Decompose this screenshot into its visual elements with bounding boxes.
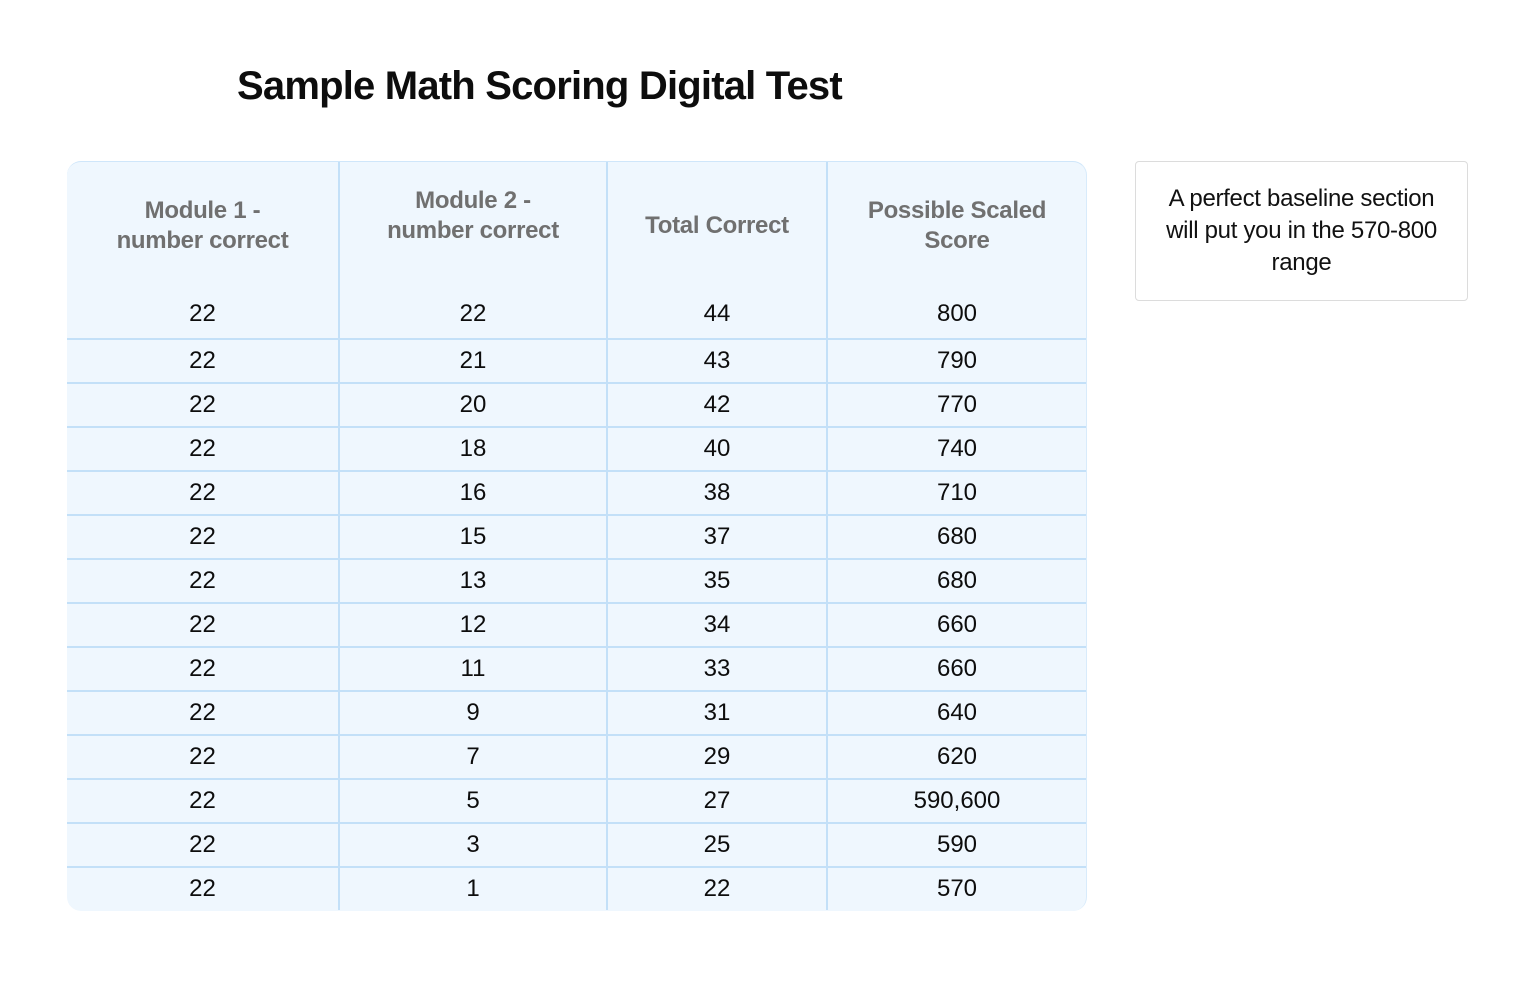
module-1-cell: 22 (67, 734, 339, 779)
module-1-cell: 22 (67, 866, 339, 910)
table-row: 22 20 42 770 (67, 382, 1086, 427)
module-2-cell: 9 (338, 690, 607, 735)
scaled-score-cell: 680 (826, 514, 1086, 559)
module-1-cell: 22 (67, 426, 339, 471)
module-1-cell: 22 (67, 602, 339, 647)
module-1-cell: 22 (67, 338, 339, 383)
total-correct-cell: 44 (606, 290, 827, 339)
module-1-cell: 22 (67, 382, 339, 427)
table-row: 22 1 22 570 (67, 866, 1086, 910)
header-module-2: Module 2 - number correct (338, 162, 607, 290)
header-total-correct: Total Correct (606, 162, 827, 290)
module-2-cell: 15 (338, 514, 607, 559)
module-2-cell: 7 (338, 734, 607, 779)
table-row: 22 15 37 680 (67, 514, 1086, 559)
module-1-cell: 22 (189, 300, 216, 327)
page-title: Sample Math Scoring Digital Test (237, 64, 843, 108)
scaled-score-cell: 770 (826, 382, 1086, 427)
module-2-cell: 1 (338, 866, 607, 910)
total-correct-cell: 22 (606, 866, 827, 910)
scaled-score-cell: 660 (826, 602, 1086, 647)
total-correct-cell: 40 (606, 426, 827, 471)
scaled-score-cell: 660 (826, 646, 1086, 691)
header-row: Module 1 - number correct Module 2 - num… (67, 162, 1086, 290)
module-1-cell: 22 (67, 470, 339, 515)
module-1-cell: 22 (67, 822, 339, 867)
scaled-score-cell: 590 (826, 822, 1086, 867)
total-correct-cell: 27 (606, 778, 827, 823)
table-row: 22 13 35 680 (67, 558, 1086, 603)
module-2-cell: 21 (338, 338, 607, 383)
module-2-cell: 16 (338, 470, 607, 515)
module-1-cell: 22 (67, 646, 339, 691)
module-2-cell: 20 (338, 382, 607, 427)
info-note-text: A perfect baseline section will put you … (1166, 185, 1437, 276)
module-1-cell: 22 (67, 778, 339, 823)
info-note: A perfect baseline section will put you … (1135, 161, 1468, 301)
table-row: 22 21 43 790 (67, 338, 1086, 383)
scoring-table: Module 1 - number correct Module 2 - num… (67, 161, 1087, 911)
total-correct-cell: 25 (606, 822, 827, 867)
total-correct-cell: 33 (606, 646, 827, 691)
scaled-score-cell: 590,600 (826, 778, 1086, 823)
total-correct-cell: 37 (606, 514, 827, 559)
total-correct-cell: 35 (606, 558, 827, 603)
table-row: 22 3 25 590 (67, 822, 1086, 867)
module-2-cell: 22 (338, 290, 607, 339)
table-row: 22 18 40 740 (67, 426, 1086, 471)
table-row: 22 5 27 590,600 (67, 778, 1086, 823)
table-row: 22 22 44 800 (67, 290, 1086, 339)
table-row: 22 7 29 620 (67, 734, 1086, 779)
total-correct-cell: 29 (606, 734, 827, 779)
scaled-score-cell: 710 (826, 470, 1086, 515)
header-scaled-score: Possible Scaled Score (826, 162, 1086, 290)
module-2-cell: 5 (338, 778, 607, 823)
scaled-score-cell: 800 (826, 290, 1086, 339)
header-module-1: Module 1 - number correct (116, 197, 289, 254)
module-1-cell: 22 (67, 514, 339, 559)
scaled-score-cell: 790 (826, 338, 1086, 383)
total-correct-cell: 31 (606, 690, 827, 735)
module-2-cell: 11 (338, 646, 607, 691)
table-row: 22 16 38 710 (67, 470, 1086, 515)
table-row: 22 9 31 640 (67, 690, 1086, 735)
module-2-cell: 13 (338, 558, 607, 603)
scaled-score-cell: 640 (826, 690, 1086, 735)
scaled-score-cell: 680 (826, 558, 1086, 603)
total-correct-cell: 42 (606, 382, 827, 427)
table-row: 22 11 33 660 (67, 646, 1086, 691)
module-2-cell: 18 (338, 426, 607, 471)
table-row: 22 12 34 660 (67, 602, 1086, 647)
table-body: 22 22 44 800 22 21 43 790 22 20 42 770 22 18 40 740 22 16… (67, 290, 1086, 910)
module-1-cell: 22 (67, 558, 339, 603)
scaled-score-cell: 740 (826, 426, 1086, 471)
total-correct-cell: 43 (606, 338, 827, 383)
module-2-cell: 3 (338, 822, 607, 867)
scaled-score-cell: 620 (826, 734, 1086, 779)
module-1-cell: 22 (67, 690, 339, 735)
total-correct-cell: 34 (606, 602, 827, 647)
total-correct-cell: 38 (606, 470, 827, 515)
scaled-score-cell: 570 (826, 866, 1086, 910)
module-2-cell: 12 (338, 602, 607, 647)
